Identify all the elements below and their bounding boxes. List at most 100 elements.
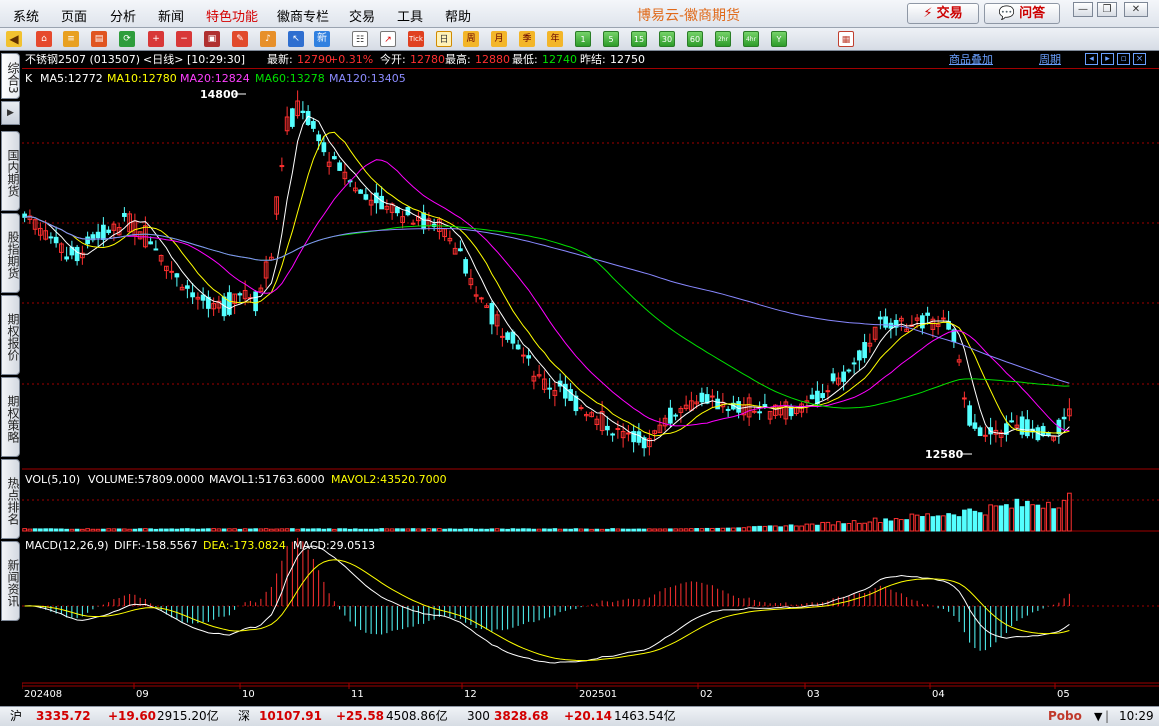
latest-price: 12790 [297,53,332,66]
period-1min-button[interactable]: 1 [575,31,591,47]
menu-tools[interactable]: 工具 [397,6,423,25]
menu-trade[interactable]: 交易 [349,6,375,25]
zoom-out-icon[interactable]: − [176,31,192,47]
kline-chart[interactable]: 202408 09 10 11 12 202501 02 03 04 05 14800 12580 [22,51,1159,706]
period-year-button[interactable]: 年 [547,31,563,47]
ask-button[interactable]: 💬 问答 [984,3,1060,24]
period-2hr-button[interactable]: 2hr [715,31,731,47]
news-icon[interactable]: ▤ [91,31,107,47]
period-month-button[interactable]: 月 [491,31,507,47]
close-button[interactable]: ✕ [1124,2,1148,17]
speech-bubble-icon: 💬 [998,6,1016,21]
side-tab-hot-ranking[interactable]: 热点排名 [1,459,20,539]
line-chart-icon[interactable]: ↗ [380,31,396,47]
volume-title: VOL(5,10) [25,473,81,486]
candle-body [757,411,762,414]
period-5min-button[interactable]: 5 [603,31,619,47]
volume-bar [552,528,558,532]
zoom-in-icon[interactable]: + [148,31,164,47]
macd-diff-line [24,545,1070,664]
side-tab-option-strategy[interactable]: 期权策略 [1,377,20,457]
candle-body [830,373,836,382]
period-link[interactable]: 周期 [1039,51,1061,68]
volume-bar [38,528,43,532]
side-tab-overview[interactable]: 综合3 [1,53,20,99]
menu-system[interactable]: 系统 [13,6,39,25]
side-tab-index-futures[interactable]: 股指期货 [1,213,20,293]
nav-left-icon[interactable]: ◂ [1085,53,1098,65]
volume-bar [258,528,264,532]
volume-bar [862,522,867,532]
trade-button[interactable]: ⚡ 交易 [907,3,979,24]
candle-body [563,383,568,399]
volume-bar [232,528,237,532]
volume-bar [710,527,715,532]
table-icon[interactable]: ☷ [352,31,368,47]
period-4hr-button[interactable]: 4hr [743,31,759,47]
hs300-change: +20.14 [564,709,613,723]
volume-bar [174,528,180,532]
new-icon[interactable]: 新 [314,31,330,47]
volume-bar [1061,499,1067,532]
back-arrow-icon[interactable]: ◀ [6,31,22,47]
volume-bar [694,528,699,532]
minimize-button[interactable]: — [1073,2,1093,17]
refresh-icon[interactable]: ⟳ [119,31,135,47]
menu-features[interactable]: 特色功能 [206,6,258,25]
candle-body [752,410,757,413]
menu-analysis[interactable]: 分析 [110,6,136,25]
period-custom-button[interactable]: Y [771,31,787,47]
menu-page[interactable]: 页面 [61,6,87,25]
menu-column[interactable]: 徽商专栏 [277,6,329,25]
volume-bar [185,528,190,532]
maximize-button[interactable]: ❐ [1097,2,1117,17]
candle-body [174,273,180,278]
period-60min-button[interactable]: 60 [687,31,703,47]
volume-bar [190,528,195,532]
volume-bar [563,528,568,532]
menu-news[interactable]: 新闻 [158,6,184,25]
bell-icon[interactable]: ♪ [260,31,276,47]
open-label: 今开: [380,53,406,66]
side-tab-option-quotes[interactable]: 期权报价 [1,295,20,375]
database-icon[interactable]: ≡ [63,31,79,47]
period-day-button[interactable]: 日 [436,31,452,47]
menu-help[interactable]: 帮助 [445,6,471,25]
volume-bar [442,528,447,532]
sh-index-amount: 2915.20亿 [157,709,219,723]
macd-dea: DEA:-173.0824 [203,539,286,552]
side-tab-expand-arrow[interactable]: ▶ [1,101,20,125]
tick-chart-button[interactable]: Tick [408,31,424,47]
volume-bar [867,521,873,532]
volume-bar [122,528,127,532]
period-15min-button[interactable]: 15 [631,31,647,47]
candle-body [972,422,978,429]
window-restore-icon[interactable]: ▫ [1117,53,1130,65]
panel-close-icon[interactable]: × [1133,53,1146,65]
volume-bar [248,528,253,532]
home-icon[interactable]: ⌂ [36,31,52,47]
volume-bar [951,514,957,532]
overlay-commodity-link[interactable]: 商品叠加 [949,51,993,68]
candle-body [106,229,111,234]
pencil-icon[interactable]: ✎ [232,31,248,47]
candle-body [53,236,59,244]
x-axis-label: 02 [700,689,713,700]
cursor-icon[interactable]: ↖ [288,31,304,47]
candle-body [458,248,463,252]
period-week-button[interactable]: 周 [463,31,479,47]
period-quarter-button[interactable]: 季 [519,31,535,47]
volume-bar [1014,498,1020,532]
layout-icon[interactable]: ▦ [838,31,854,47]
volume-bar [589,528,594,532]
period-30min-button[interactable]: 30 [659,31,675,47]
volume-bar [237,528,243,532]
candle-body [421,212,426,230]
volume-bar [678,528,684,532]
window-icon[interactable]: ▣ [204,31,220,47]
volume-bar [1040,507,1046,532]
nav-right-icon[interactable]: ▸ [1101,53,1114,65]
side-tab-domestic-futures[interactable]: 国内期货 [1,131,20,211]
volume-bar [284,528,290,532]
side-tab-news[interactable]: 新闻资讯 [1,541,20,621]
